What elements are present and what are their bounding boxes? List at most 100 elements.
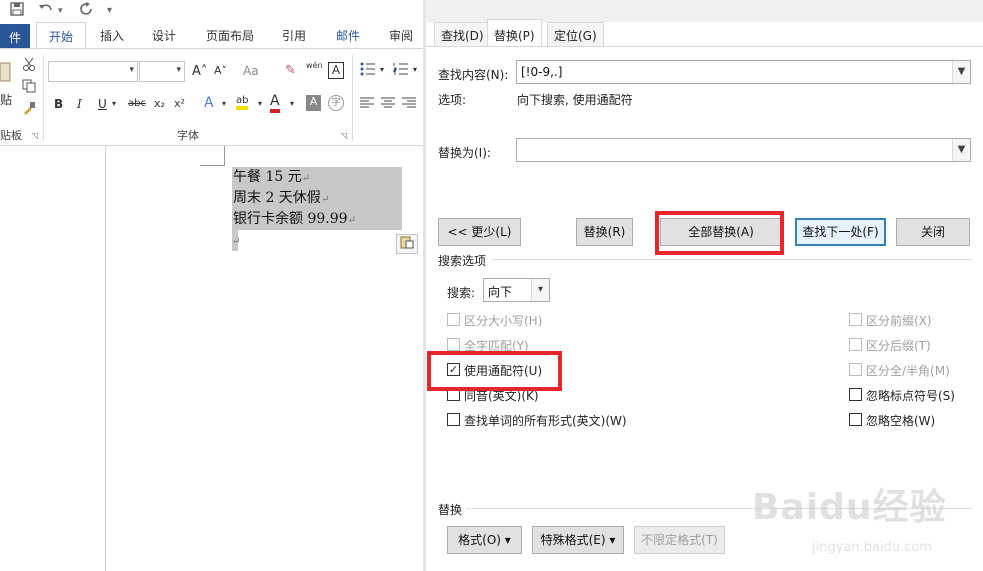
no-formatting-button[interactable]: 不限定格式(T) — [634, 526, 725, 554]
tab-references[interactable]: 引用 — [282, 27, 306, 44]
match-case-checkbox[interactable] — [447, 313, 460, 326]
baidu-jingyan-watermark: Baidu经验 jingyan.baidu.com — [752, 478, 980, 568]
options-label: 选项: — [438, 93, 467, 107]
save-icon[interactable] — [10, 2, 24, 20]
clipboard-launcher-icon[interactable]: ◹ — [32, 131, 38, 140]
effects-dropdown-icon[interactable]: ▾ — [222, 99, 226, 108]
match-prefix-checkbox[interactable] — [849, 313, 862, 326]
chevron-down-icon[interactable]: ▼ — [952, 61, 970, 83]
find-what-input[interactable]: [!0-9,.] ▼ — [516, 60, 971, 84]
paragraph-mark-icon: ↵ — [347, 215, 356, 226]
underline-button[interactable]: U — [98, 97, 107, 111]
replace-section-title: 替换 — [438, 503, 463, 517]
close-button[interactable]: 关闭 — [896, 218, 970, 246]
align-left-icon[interactable] — [360, 97, 374, 112]
chevron-down-icon[interactable]: ▼ — [952, 139, 970, 161]
enclose-char-button[interactable]: 字 — [328, 95, 344, 111]
subscript-button[interactable]: x₂ — [154, 97, 165, 110]
whole-word-checkbox[interactable] — [447, 338, 460, 351]
grow-font-button[interactable]: A˄ — [192, 64, 207, 79]
find-what-label: 查找内容(N): — [438, 68, 509, 82]
special-button[interactable]: 特殊格式(E) ▾ — [532, 526, 624, 554]
bold-button[interactable]: B — [54, 97, 63, 111]
quick-access-toolbar: ▾ ▾ — [0, 0, 423, 22]
italic-button[interactable]: I — [77, 97, 82, 111]
font-name-combo[interactable]: ▾ — [48, 61, 138, 82]
format-painter-icon[interactable] — [22, 101, 36, 118]
bullets-dropdown-icon[interactable]: ▾ — [380, 65, 384, 74]
replace-with-input[interactable]: ▼ — [516, 138, 971, 162]
format-button[interactable]: 格式(O) ▾ — [447, 526, 522, 554]
tab-review[interactable]: 审阅 — [389, 27, 413, 44]
doc-line-1[interactable]: 午餐 15 元↵ — [232, 167, 402, 188]
cut-icon[interactable] — [22, 57, 36, 74]
tab-find[interactable]: 查找(D) — [434, 22, 491, 46]
ignore-space-label: 忽略空格(W) — [866, 414, 936, 428]
font-group-label: 字体 — [177, 129, 199, 142]
watermark-brand: Baidu经验 — [752, 487, 947, 528]
section-divider — [491, 259, 973, 260]
undo-icon[interactable] — [38, 2, 54, 20]
redo-icon[interactable] — [80, 2, 94, 20]
clipboard-group-label: 贴板 — [0, 129, 22, 142]
chevron-down-icon[interactable]: ▾ — [531, 279, 549, 301]
underline-dropdown-icon[interactable]: ▾ — [112, 99, 116, 108]
numbering-icon[interactable] — [393, 62, 409, 79]
ignore-punctuation-checkbox[interactable] — [849, 388, 862, 401]
phonetic-guide-button[interactable]: wén — [306, 61, 323, 70]
bullets-icon[interactable] — [360, 62, 376, 79]
tab-mailings[interactable]: 邮件 — [336, 27, 360, 44]
paste-icon-ribbon[interactable] — [0, 61, 12, 86]
strikethrough-button[interactable]: abc — [128, 98, 146, 109]
superscript-button[interactable]: x² — [174, 97, 185, 110]
match-suffix-label: 区分后缀(T) — [866, 339, 931, 353]
align-right-icon[interactable] — [402, 97, 416, 112]
tab-insert[interactable]: 插入 — [100, 27, 124, 44]
font-size-combo[interactable]: ▾ — [139, 61, 185, 82]
paste-label[interactable]: 贴 — [0, 91, 12, 108]
less-button[interactable]: << 更少(L) — [438, 218, 521, 246]
replace-button[interactable]: 替换(R) — [576, 218, 633, 246]
tab-layout[interactable]: 页面布局 — [206, 27, 254, 44]
page-margin-line — [105, 146, 106, 571]
align-center-icon[interactable] — [381, 97, 395, 112]
change-case-button[interactable]: Aa — [243, 64, 259, 78]
char-border-button[interactable]: A — [328, 62, 344, 79]
match-width-label: 区分全/半角(M) — [866, 364, 950, 378]
tab-design[interactable]: 设计 — [152, 27, 176, 44]
text-boundary-corner — [200, 146, 225, 166]
tab-replace[interactable]: 替换(P) — [487, 19, 542, 47]
doc-line-empty[interactable]: ↵ — [232, 230, 240, 251]
tab-separator — [426, 46, 983, 47]
char-shading-button[interactable]: A — [306, 95, 321, 111]
customize-qat-icon[interactable]: ▾ — [107, 5, 112, 16]
tab-file[interactable]: 件 — [0, 24, 30, 48]
undo-dropdown-icon[interactable]: ▾ — [58, 6, 63, 16]
shrink-font-button[interactable]: A˅ — [214, 64, 227, 77]
word-window: ▾ ▾ 插入 设计 页面布局 引用 邮件 审阅 件 开始 贴 贴板 ◹ ▾ ▾ … — [0, 0, 423, 571]
font-launcher-icon[interactable]: ◹ — [341, 131, 347, 140]
search-direction-value: 向下 — [488, 285, 513, 299]
match-width-checkbox[interactable] — [849, 363, 862, 376]
ignore-space-checkbox[interactable] — [849, 413, 862, 426]
doc-line-2[interactable]: 周末 2 天休假↵ — [232, 188, 402, 209]
search-direction-select[interactable]: 向下 ▾ — [483, 278, 550, 302]
numbering-dropdown-icon[interactable]: ▾ — [413, 65, 417, 74]
options-value: 向下搜索, 使用通配符 — [517, 93, 633, 107]
text-effects-button[interactable]: A — [204, 95, 214, 111]
match-prefix-label: 区分前缀(X) — [866, 314, 932, 328]
tab-goto[interactable]: 定位(G) — [547, 22, 604, 46]
match-suffix-checkbox[interactable] — [849, 338, 862, 351]
paste-options-icon[interactable] — [396, 234, 418, 254]
all-word-forms-checkbox[interactable] — [447, 413, 460, 426]
doc-line-3[interactable]: 银行卡余额 99.99↵ — [232, 209, 402, 230]
font-color-button[interactable]: A — [270, 93, 280, 113]
copy-icon[interactable] — [22, 79, 36, 96]
font-color-dropdown-icon[interactable]: ▾ — [290, 99, 294, 108]
highlight-button[interactable]: ab — [236, 95, 249, 110]
find-next-button[interactable]: 查找下一处(F) — [795, 218, 886, 246]
paragraph-mark-icon: ↵ — [320, 194, 330, 205]
clear-format-icon[interactable]: ✎ — [285, 63, 296, 78]
tab-home[interactable]: 开始 — [36, 22, 86, 48]
highlight-dropdown-icon[interactable]: ▾ — [258, 99, 262, 108]
